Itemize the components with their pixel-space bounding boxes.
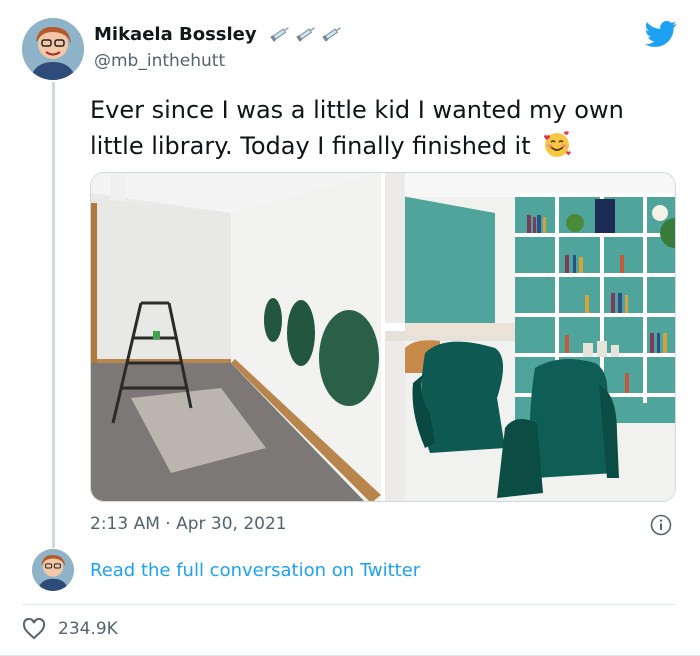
thread-line — [52, 82, 55, 548]
name-emojis — [270, 24, 344, 42]
info-icon[interactable] — [650, 514, 672, 536]
like-count: 234.9K — [58, 619, 118, 639]
heart-icon[interactable] — [22, 618, 46, 640]
syringe-icon — [270, 24, 292, 42]
tweet-media[interactable] — [90, 172, 676, 502]
author-avatar[interactable] — [22, 18, 84, 80]
tweet-card: Mikaela Bossley @mb_inthehutt Ever since… — [0, 0, 700, 656]
author-name[interactable]: Mikaela Bossley — [94, 24, 257, 45]
photo-before[interactable] — [91, 173, 381, 501]
reply-avatar[interactable] — [32, 549, 74, 591]
like-action[interactable]: 234.9K — [22, 618, 118, 640]
syringe-icon — [322, 24, 344, 42]
syringe-icon — [296, 24, 318, 42]
read-conversation-link[interactable]: Read the full conversation on Twitter — [90, 560, 420, 581]
divider — [22, 604, 676, 605]
photo-after[interactable] — [385, 173, 675, 501]
tweet-text: Ever since I was a little kid I wanted m… — [90, 92, 680, 164]
twitter-bird-icon[interactable] — [645, 20, 677, 48]
author-handle[interactable]: @mb_inthehutt — [94, 51, 225, 71]
smiling-face-with-hearts-icon — [542, 130, 572, 160]
tweet-timestamp[interactable]: 2:13 AM · Apr 30, 2021 — [90, 514, 287, 534]
